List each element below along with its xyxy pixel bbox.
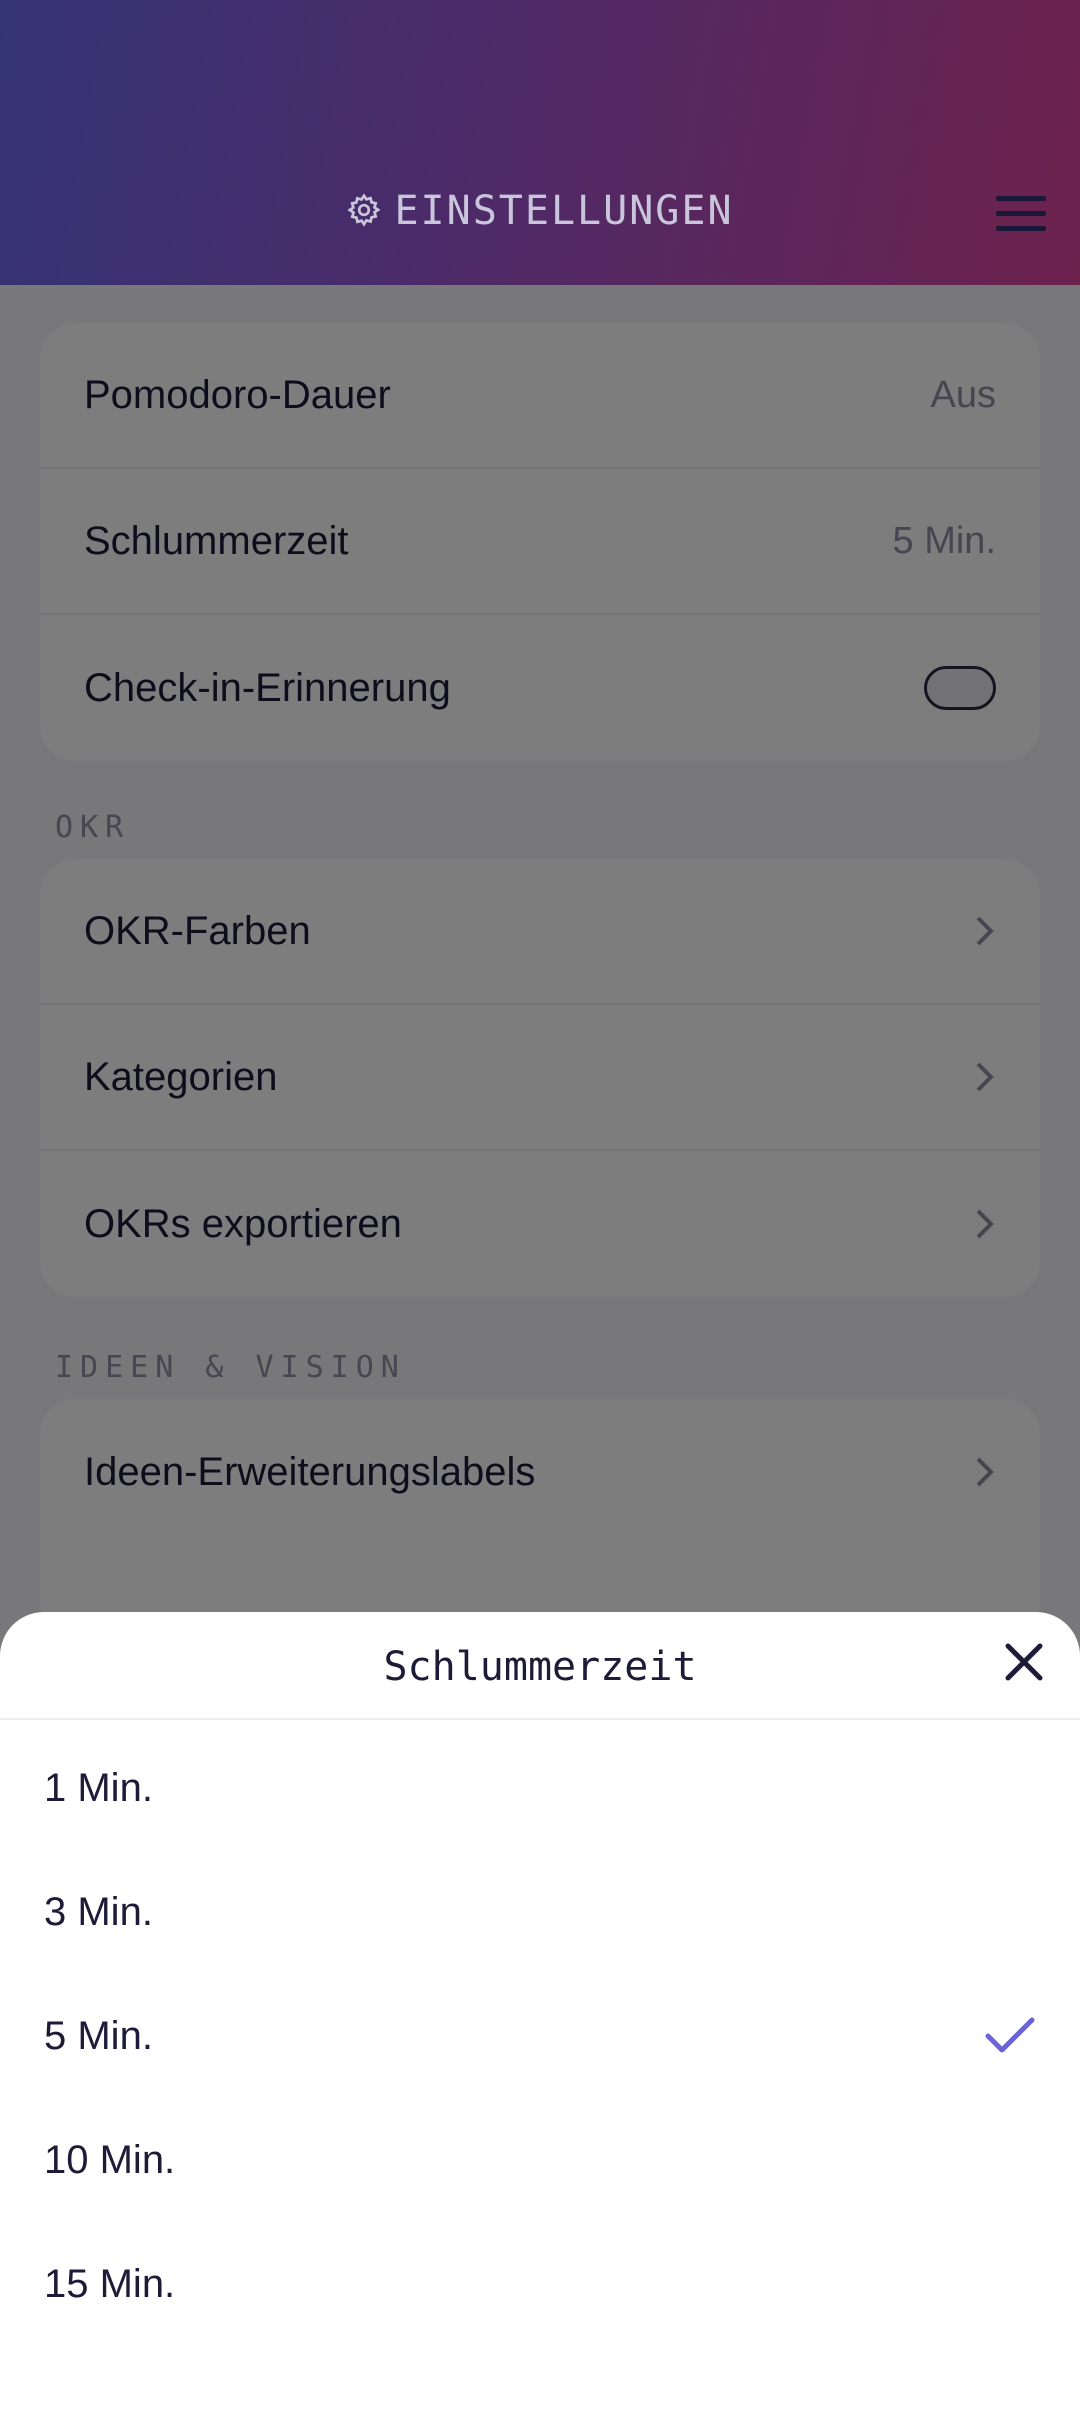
option-10-min[interactable]: 10 Min. [0, 2098, 1080, 2222]
gear-icon [346, 192, 382, 238]
option-label: 15 Min. [44, 2261, 176, 2306]
option-label: 1 Min. [44, 1765, 153, 1810]
app-header: EINSTELLUNGEN [0, 0, 1080, 285]
option-label: 3 Min. [44, 1889, 153, 1934]
option-label: 10 Min. [44, 2137, 176, 2182]
option-3-min[interactable]: 3 Min. [0, 1850, 1080, 1974]
page-title-text: EINSTELLUNGEN [394, 188, 734, 234]
close-icon[interactable] [998, 1636, 1050, 1688]
page-title: EINSTELLUNGEN [0, 188, 1080, 238]
option-label: 5 Min. [44, 2013, 153, 2058]
option-5-min[interactable]: 5 Min. [0, 1974, 1080, 2098]
sheet-header: Schlummerzeit [0, 1612, 1080, 1720]
hamburger-menu-icon[interactable] [996, 196, 1046, 234]
snooze-time-sheet: Schlummerzeit 1 Min. 3 Min. 5 Min. 10 Mi… [0, 1612, 1080, 2424]
option-1-min[interactable]: 1 Min. [0, 1726, 1080, 1850]
option-15-min[interactable]: 15 Min. [0, 2222, 1080, 2346]
checkmark-icon [985, 2017, 1035, 2053]
sheet-title: Schlummerzeit [383, 1644, 697, 1690]
